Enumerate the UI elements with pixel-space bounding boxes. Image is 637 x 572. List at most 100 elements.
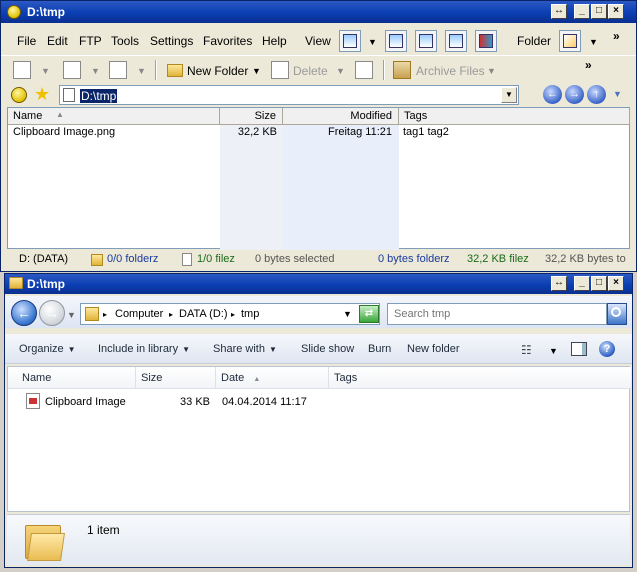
chevron-down-icon[interactable]: ▼: [137, 66, 146, 76]
chevron-right-icon[interactable]: ▸: [169, 310, 173, 319]
row-name[interactable]: Clipboard Image: [45, 396, 126, 408]
column-size[interactable]: Size: [136, 367, 216, 389]
menubar: File Edit FTP Tools Settings Favorites H…: [1, 27, 636, 55]
chevron-down-icon[interactable]: ▼: [252, 66, 261, 76]
size-column-bg: [220, 125, 283, 250]
dual-pane-icon[interactable]: [445, 30, 467, 52]
pane-layout-icon[interactable]: [385, 30, 407, 52]
move-icon[interactable]: [63, 61, 81, 79]
share-with-button[interactable]: Share with ▼: [213, 343, 277, 355]
row-date: 04.04.2014 11:17: [222, 396, 307, 408]
column-date-label: Date: [221, 372, 245, 384]
details-view-icon[interactable]: [415, 30, 437, 52]
delete-icon[interactable]: [271, 61, 289, 79]
chevron-down-icon[interactable]: ▼: [549, 346, 558, 356]
row-modified: Freitag 11:21: [327, 126, 392, 138]
breadcrumb[interactable]: ▸ Computer ▸ DATA (D:) ▸ tmp ▼: [80, 303, 380, 325]
win1-titlebar[interactable]: D:\tmp ↔ _ □ ×: [1, 1, 636, 23]
column-name[interactable]: Name ▲: [8, 108, 220, 125]
forward-icon[interactable]: →: [565, 85, 584, 104]
search-icon[interactable]: [607, 303, 627, 325]
restore-small-icon[interactable]: ↔: [551, 4, 567, 19]
forward-button[interactable]: →: [39, 300, 65, 326]
column-size[interactable]: Size: [220, 108, 283, 125]
win2-titlebar[interactable]: D:\tmp ↔ _ □ ×: [5, 274, 632, 294]
status-bar: D: (DATA) 0/0 folderz 1/0 filez 0 bytes …: [7, 251, 630, 269]
column-date[interactable]: Date ▲: [216, 367, 329, 389]
thumbnails-icon[interactable]: [475, 30, 497, 52]
archive-files-button[interactable]: Archive Files: [416, 64, 485, 78]
row-name[interactable]: Clipboard Image.png: [13, 126, 115, 138]
close-button[interactable]: ×: [608, 4, 624, 19]
home-icon[interactable]: [11, 87, 27, 103]
chevron-down-icon[interactable]: ▼: [487, 66, 496, 76]
menu-file[interactable]: File: [17, 34, 36, 48]
view-list-icon[interactable]: ☷: [521, 343, 532, 357]
menu-folder[interactable]: Folder: [517, 34, 551, 48]
file-list[interactable]: Name Size Date ▲ Tags Clipboard Image 33…: [7, 366, 631, 512]
new-folder-button[interactable]: New Folder: [187, 64, 248, 78]
slide-show-button[interactable]: Slide show: [301, 343, 354, 355]
new-folder-button[interactable]: New folder: [407, 343, 460, 355]
menu-settings[interactable]: Settings: [150, 34, 193, 48]
column-tags[interactable]: Tags: [329, 367, 631, 389]
minimize-button[interactable]: _: [574, 4, 590, 19]
address-text[interactable]: D:\tmp: [80, 89, 118, 103]
new-folder-icon[interactable]: [165, 61, 183, 79]
star-icon[interactable]: ★: [34, 84, 50, 105]
chevron-down-icon[interactable]: ▼: [589, 37, 598, 47]
chevron-down-icon[interactable]: ▼: [343, 309, 352, 319]
overflow-icon[interactable]: »: [613, 29, 620, 43]
edit-icon[interactable]: [559, 30, 581, 52]
view-mode-icon[interactable]: [339, 30, 361, 52]
crumb-computer[interactable]: Computer: [115, 308, 163, 320]
overflow-icon[interactable]: »: [585, 58, 592, 72]
column-tags[interactable]: Tags: [399, 108, 630, 125]
chevron-right-icon[interactable]: ▸: [103, 310, 107, 319]
burn-button[interactable]: Burn: [368, 343, 391, 355]
include-in-library-button[interactable]: Include in library ▼: [98, 343, 190, 355]
menu-ftp[interactable]: FTP: [79, 34, 102, 48]
crumb-drive[interactable]: DATA (D:): [179, 308, 227, 320]
menu-tools[interactable]: Tools: [111, 34, 139, 48]
chevron-right-icon[interactable]: ▸: [231, 310, 235, 319]
chevron-down-icon[interactable]: ▼: [67, 310, 76, 320]
chevron-down-icon[interactable]: ▼: [501, 87, 517, 103]
menu-help[interactable]: Help: [262, 34, 287, 48]
maximize-button[interactable]: □: [591, 276, 607, 291]
organize-button[interactable]: Organize ▼: [19, 343, 76, 355]
chevron-down-icon[interactable]: ▼: [368, 37, 377, 47]
chevron-down-icon[interactable]: ▼: [613, 89, 622, 99]
close-button[interactable]: ×: [608, 276, 624, 291]
cut-icon[interactable]: [109, 61, 127, 79]
back-icon[interactable]: ←: [543, 85, 562, 104]
refresh-icon[interactable]: ⇄: [359, 305, 379, 323]
folder-icon: [9, 277, 23, 289]
chevron-down-icon[interactable]: ▼: [336, 66, 345, 76]
help-icon[interactable]: ?: [599, 341, 615, 357]
menu-view[interactable]: View: [305, 34, 331, 48]
chevron-down-icon[interactable]: ▼: [91, 66, 100, 76]
menu-favorites[interactable]: Favorites: [203, 34, 252, 48]
archive-icon[interactable]: [393, 61, 411, 79]
crumb-tmp[interactable]: tmp: [241, 308, 259, 320]
chevron-down-icon[interactable]: ▼: [41, 66, 50, 76]
minimize-button[interactable]: _: [574, 276, 590, 291]
column-name[interactable]: Name: [8, 367, 136, 389]
file-list[interactable]: Name ▲ Size Modified Tags Clipboard Imag…: [7, 107, 630, 250]
column-modified[interactable]: Modified: [283, 108, 399, 125]
restore-small-icon[interactable]: ↔: [551, 276, 567, 291]
menu-edit[interactable]: Edit: [47, 34, 68, 48]
search-input[interactable]: [392, 306, 582, 322]
row-size: 32,2 KB: [237, 126, 277, 138]
back-button[interactable]: ←: [11, 300, 37, 326]
copy-icon[interactable]: [13, 61, 31, 79]
up-icon[interactable]: ↑: [587, 85, 606, 104]
delete-permanent-icon[interactable]: [355, 61, 373, 79]
address-input[interactable]: D:\tmp ▼: [59, 85, 519, 105]
maximize-button[interactable]: □: [591, 4, 607, 19]
preview-pane-icon[interactable]: [571, 342, 587, 356]
search-box[interactable]: [387, 303, 607, 325]
delete-button[interactable]: Delete: [293, 64, 328, 78]
explorer-window: D:\tmp ↔ _ □ × ← → ▼ ▸ Computer ▸ DATA (…: [4, 273, 633, 568]
